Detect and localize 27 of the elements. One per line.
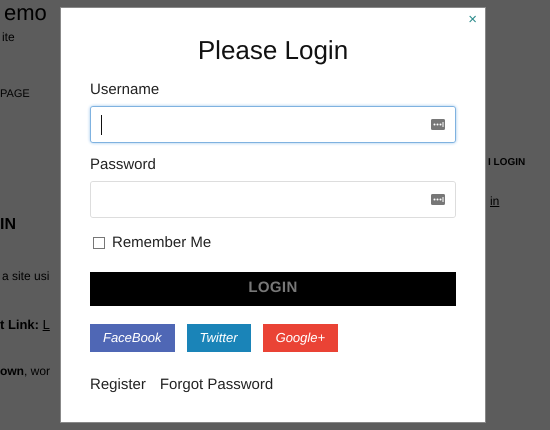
- text-link[interactable]: Forgot Password: [160, 374, 274, 396]
- sidebar-link[interactable]: in: [486, 192, 500, 210]
- section-heading: IN: [0, 214, 16, 234]
- page-link[interactable]: L: [42, 316, 50, 332]
- key-icon: [431, 194, 445, 205]
- sidebar-heading: I LOGIN: [487, 156, 526, 170]
- field-label: Username: [90, 80, 160, 100]
- dialog-title: Please Login: [196, 34, 350, 66]
- page-text: a site usi: [1, 268, 50, 284]
- site-title: emo: [3, 2, 47, 24]
- field-label: Password: [90, 155, 157, 175]
- text-link[interactable]: Register: [90, 374, 146, 396]
- page-text: t Link: L: [0, 316, 50, 334]
- text-cursor: [101, 114, 102, 134]
- checkbox-label: Remember Me: [112, 233, 212, 253]
- social-login-button[interactable]: Google+: [262, 324, 338, 352]
- page-text: ite: [1, 29, 15, 46]
- social-login-button[interactable]: Twitter: [186, 324, 251, 352]
- checkbox[interactable]: [93, 237, 105, 250]
- page-text: own, wor: [0, 363, 50, 380]
- close-button[interactable]: ×: [468, 12, 477, 27]
- key-icon: [431, 119, 445, 130]
- input-field[interactable]: [90, 181, 456, 218]
- input-field[interactable]: [90, 106, 456, 143]
- menu-item[interactable]: PAGE: [0, 86, 30, 102]
- login-button[interactable]: LOGIN: [90, 272, 456, 306]
- social-login-button[interactable]: FaceBook: [90, 324, 175, 352]
